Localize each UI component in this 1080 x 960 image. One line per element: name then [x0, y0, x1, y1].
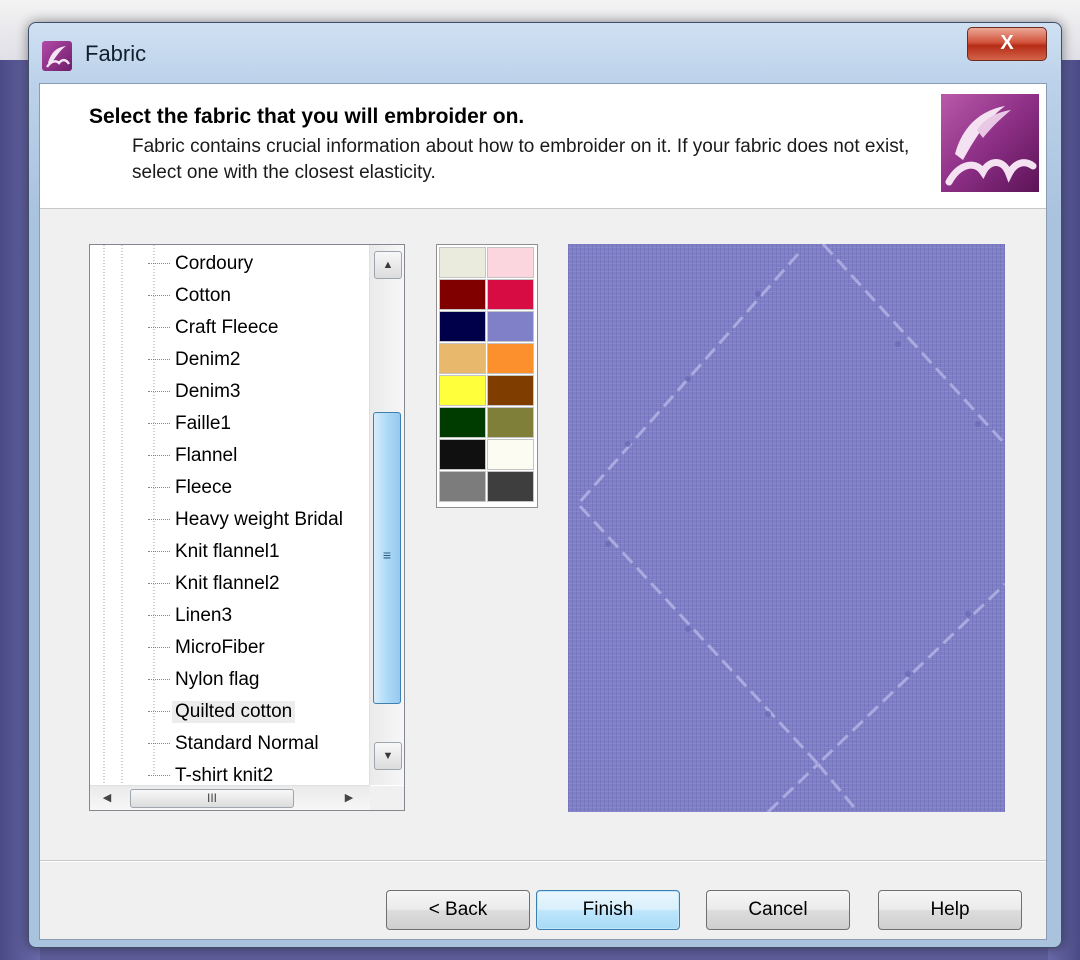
color-swatch[interactable]	[487, 343, 534, 374]
scrollbar-corner	[370, 786, 404, 810]
tree-item-microfiber[interactable]: MicroFiber	[148, 633, 368, 663]
chevron-right-icon: ▶	[344, 792, 354, 804]
header-title: Select the fabric that you will embroide…	[89, 105, 525, 128]
color-swatch[interactable]	[439, 247, 486, 278]
tree-item-label: T-shirt knit2	[175, 765, 274, 786]
tree-item-label: Knit flannel1	[175, 541, 280, 562]
color-swatch[interactable]	[487, 311, 534, 342]
tree-item-label: Heavy weight Bridal	[175, 509, 343, 530]
tree-item-linen3[interactable]: Linen3	[148, 601, 368, 631]
color-swatch[interactable]	[439, 471, 486, 502]
quilt-stitch-pattern	[575, 242, 1007, 814]
tree-item-knit-flannel1[interactable]: Knit flannel1	[148, 537, 368, 567]
tree-item-cordoury[interactable]: Cordoury	[148, 249, 368, 279]
color-swatch[interactable]	[439, 343, 486, 374]
cancel-button[interactable]: Cancel	[706, 890, 850, 930]
color-swatch[interactable]	[439, 375, 486, 406]
tree-item-heavy-weight-bridal[interactable]: Heavy weight Bridal	[148, 505, 368, 535]
chevron-up-icon: ▲	[382, 259, 394, 271]
tree-item-label: Knit flannel2	[175, 573, 280, 594]
fabric-dialog: Fabric X Select the fabric that you will…	[28, 22, 1062, 948]
tree-item-label: Quilted cotton	[172, 701, 296, 723]
title-bar[interactable]: Fabric X	[29, 23, 1061, 83]
header-description: Fabric contains crucial information abou…	[132, 136, 910, 183]
back-button[interactable]: < Back	[386, 890, 530, 930]
color-swatch[interactable]	[487, 247, 534, 278]
color-swatch[interactable]	[487, 439, 534, 470]
tree-item-label: Standard Normal	[175, 733, 319, 754]
tree-item-label: Fleece	[175, 477, 233, 498]
fabric-preview	[568, 242, 1007, 814]
tree-item-nylon-flag[interactable]: Nylon flag	[148, 665, 368, 695]
help-button[interactable]: Help	[878, 890, 1022, 930]
finish-button[interactable]: Finish	[536, 890, 680, 930]
scroll-left-button[interactable]: ◀	[98, 788, 116, 808]
logo-icon	[941, 94, 1039, 192]
color-swatch[interactable]	[487, 279, 534, 310]
tree-item-label: Denim3	[175, 381, 241, 402]
tree-item-knit-flannel2[interactable]: Knit flannel2	[148, 569, 368, 599]
color-palette	[436, 244, 538, 508]
vertical-scrollbar[interactable]: ▲ ≡ ▼	[369, 245, 404, 785]
tree-item-quilted-cotton[interactable]: Quilted cotton	[148, 697, 368, 727]
app-icon	[42, 41, 72, 71]
tree-item-label: Nylon flag	[175, 669, 260, 690]
tree-item-label: MicroFiber	[175, 637, 265, 658]
tree-item-label: Craft Fleece	[175, 317, 279, 338]
tree-item-fleece[interactable]: Fleece	[148, 473, 368, 503]
vertical-scroll-thumb[interactable]: ≡	[373, 412, 401, 704]
close-button[interactable]: X	[967, 27, 1047, 61]
fabric-tree[interactable]: Cordoury Cotton Craft Fleece Denim2 Deni…	[89, 244, 405, 811]
scroll-down-button[interactable]: ▼	[374, 742, 402, 770]
color-swatch[interactable]	[487, 471, 534, 502]
tree-item-faille1[interactable]: Faille1	[148, 409, 368, 439]
dialog-content: Select the fabric that you will embroide…	[39, 83, 1047, 940]
horizontal-scrollbar[interactable]: ◀ III ▶	[90, 785, 370, 810]
tree-item-denim3[interactable]: Denim3	[148, 377, 368, 407]
footer-separator	[40, 860, 1046, 862]
chevron-left-icon: ◀	[102, 792, 112, 804]
scroll-up-button[interactable]: ▲	[374, 251, 402, 279]
tree-item-label: Cotton	[175, 285, 231, 306]
tree-item-label: Denim2	[175, 349, 241, 370]
tree-item-label: Faille1	[175, 413, 231, 434]
tree-item-cotton[interactable]: Cotton	[148, 281, 368, 311]
color-swatch[interactable]	[439, 407, 486, 438]
tree-item-denim2[interactable]: Denim2	[148, 345, 368, 375]
color-swatch[interactable]	[487, 375, 534, 406]
window-title: Fabric	[85, 41, 147, 66]
tree-item-standard-normal[interactable]: Standard Normal	[148, 729, 368, 759]
tree-item-flannel[interactable]: Flannel	[148, 441, 368, 471]
chevron-down-icon: ▼	[382, 750, 394, 762]
color-swatch[interactable]	[439, 311, 486, 342]
horizontal-scroll-thumb[interactable]: III	[130, 789, 294, 808]
wizard-header: Select the fabric that you will embroide…	[40, 84, 1046, 209]
tree-item-label: Cordoury	[175, 253, 254, 274]
color-swatch[interactable]	[439, 439, 486, 470]
color-swatch[interactable]	[487, 407, 534, 438]
tree-item-label: Flannel	[175, 445, 238, 466]
grip-icon: ≡	[382, 547, 392, 563]
tree-item-craft-fleece[interactable]: Craft Fleece	[148, 313, 368, 343]
tree-item-label: Linen3	[175, 605, 233, 626]
close-icon: X	[1000, 32, 1014, 54]
color-swatch[interactable]	[439, 279, 486, 310]
scroll-right-button[interactable]: ▶	[340, 788, 358, 808]
